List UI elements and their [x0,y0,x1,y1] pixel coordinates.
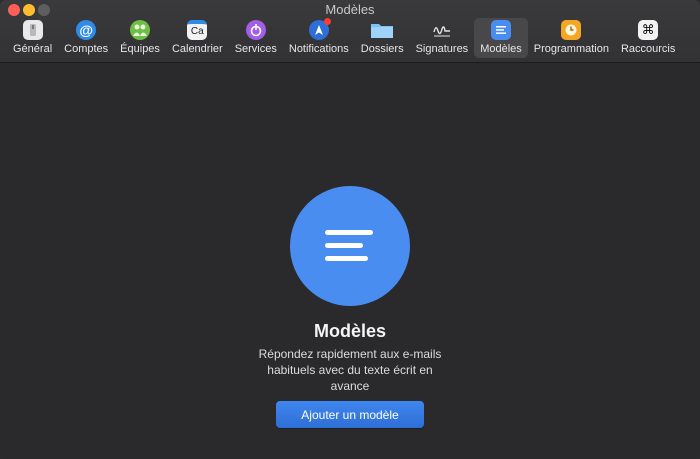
tab-calendar[interactable]: Ca Calendrier [166,18,229,58]
preferences-toolbar: Général @ Comptes Équipes Ca Calendrier [7,18,681,60]
signature-icon [432,20,452,40]
tab-folders[interactable]: Dossiers [355,18,410,58]
tab-templates-label: Modèles [480,43,522,55]
tab-shortcuts-label: Raccourcis [620,43,676,55]
notifications-icon [308,18,331,40]
tab-teams[interactable]: Équipes [114,18,166,58]
tab-scheduling[interactable]: Programmation [528,18,615,58]
clock-icon [561,20,582,40]
calendar-icon-text: Ca [190,26,204,37]
templates-icon [490,20,511,40]
titlebar: Modèles Général @ Comptes Équipes Ca Cal… [0,0,700,63]
add-template-button[interactable]: Ajouter un modèle [276,401,424,428]
tab-folders-label: Dossiers [360,43,404,55]
tab-shortcuts[interactable]: ⌘ Raccourcis [615,18,681,58]
tab-accounts[interactable]: @ Comptes [58,18,114,58]
folder-icon [370,20,394,40]
teams-icon [130,20,151,40]
preferences-window: Modèles Général @ Comptes Équipes Ca Cal… [0,0,700,459]
command-icon-glyph: ⌘ [641,22,655,37]
services-icon [245,20,266,40]
tab-services[interactable]: Services [229,18,283,58]
tab-services-label: Services [234,43,277,55]
tab-accounts-label: Comptes [64,43,109,55]
tab-general-label: Général [13,43,53,55]
page-title: Modèles [313,321,387,341]
command-icon: ⌘ [638,20,659,40]
window-title: Modèles [325,2,375,17]
general-icon [22,20,43,40]
tab-signatures[interactable]: Signatures [410,18,475,58]
tab-notifications-label: Notifications [288,43,349,55]
templates-empty-state: Modèles Répondez rapidement aux e-mails … [0,63,700,459]
tab-general[interactable]: Général [7,18,58,58]
tab-teams-label: Équipes [120,43,160,55]
notification-badge [323,18,331,25]
page-description: Répondez rapidement aux e-mails habituel… [258,347,442,393]
calendar-icon: Ca [187,20,208,40]
tab-calendar-label: Calendrier [171,43,223,55]
tab-signatures-label: Signatures [415,43,469,55]
tab-scheduling-label: Programmation [533,43,609,55]
templates-hero-icon [290,186,410,306]
tab-notifications[interactable]: Notifications [283,18,355,58]
at-icon: @ [76,20,97,40]
tab-templates[interactable]: Modèles [474,18,528,58]
